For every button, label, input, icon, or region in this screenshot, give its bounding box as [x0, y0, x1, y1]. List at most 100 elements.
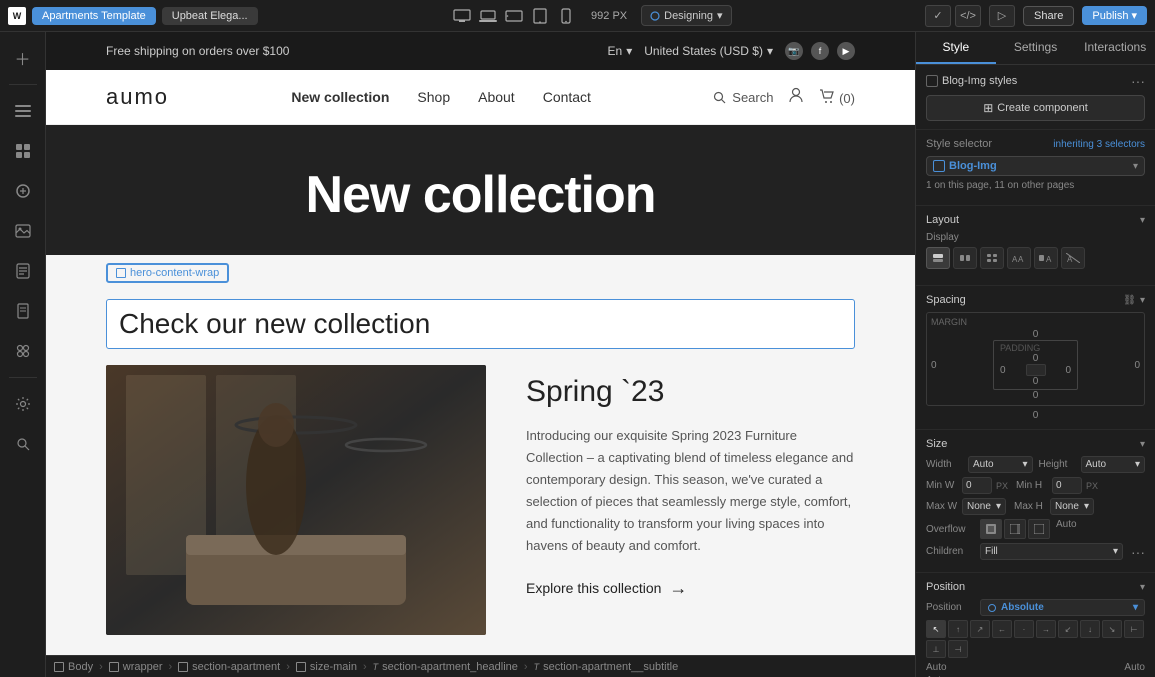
overflow-scroll-btn[interactable]	[1004, 519, 1026, 539]
sidebar-search-icon[interactable]	[5, 426, 41, 462]
display-grid-btn[interactable]	[980, 247, 1004, 269]
breadcrumb-sep-3: ›	[286, 661, 290, 673]
pos-tl-btn[interactable]: ↖	[926, 620, 946, 638]
pos-ml-btn[interactable]: ←	[992, 620, 1012, 638]
tab-upbeat[interactable]: Upbeat Elega...	[162, 7, 258, 25]
create-component-button[interactable]: ⊞ Create component	[926, 95, 1145, 121]
tab-interactions[interactable]: Interactions	[1075, 32, 1155, 64]
spacing-chevron-icon[interactable]: ▾	[1140, 295, 1145, 306]
max-h-dropdown[interactable]: None▾	[1050, 498, 1094, 515]
play-icon[interactable]: ▷	[989, 5, 1015, 27]
max-w-value: None	[967, 501, 991, 512]
position-value-chevron: ▾	[1133, 602, 1138, 613]
hero-content-wrap-label[interactable]: hero-content-wrap	[106, 263, 229, 283]
display-block-btn[interactable]	[926, 247, 950, 269]
sidebar-layers-icon[interactable]	[5, 93, 41, 129]
sidebar-media-icon[interactable]	[5, 213, 41, 249]
pos-extra2-btn[interactable]: ⊥	[926, 640, 946, 658]
bottom-bar: Body › wrapper › section-apartment › siz…	[46, 655, 915, 677]
position-dropdown[interactable]: Absolute ▾	[980, 599, 1145, 616]
check-heading-box[interactable]: Check our new collection	[106, 299, 855, 349]
overflow-hidden-btn[interactable]	[1028, 519, 1050, 539]
desktop-icon[interactable]	[451, 5, 473, 27]
breadcrumb-wrapper[interactable]: wrapper	[109, 661, 163, 673]
sidebar-forms-icon[interactable]	[5, 253, 41, 289]
max-w-dropdown[interactable]: None▾	[962, 498, 1006, 515]
breadcrumb-sep-2: ›	[169, 661, 173, 673]
tab-style[interactable]: Style	[916, 32, 996, 64]
breadcrumb-subtitle[interactable]: T section-apartment__subtitle	[534, 661, 679, 673]
sidebar-components-icon[interactable]	[5, 173, 41, 209]
pos-extra3-btn[interactable]: ⊣	[948, 640, 968, 658]
currency-selector[interactable]: United States (USD $) ▾	[644, 44, 773, 58]
share-button[interactable]: Share	[1023, 6, 1074, 26]
lang-selector[interactable]: En ▾	[608, 44, 633, 58]
nav-link-about[interactable]: About	[478, 89, 515, 105]
pos-tr-btn[interactable]: ↗	[970, 620, 990, 638]
sidebar-settings-icon[interactable]	[5, 386, 41, 422]
breadcrumb-headline[interactable]: T section-apartment_headline	[373, 661, 518, 673]
height-dropdown[interactable]: Auto▾	[1081, 456, 1146, 473]
sidebar-add-icon[interactable]: ＋	[5, 40, 41, 76]
site-logo: aumo	[106, 84, 169, 110]
site-nav: aumo New collection Shop About Contact S…	[46, 70, 915, 125]
size-chevron-icon[interactable]: ▾	[1140, 439, 1145, 450]
breadcrumb-section-apartment[interactable]: section-apartment	[178, 661, 280, 673]
height-value: Auto	[1086, 459, 1107, 470]
inheriting-badge[interactable]: inheriting 3 selectors	[1053, 139, 1145, 150]
width-dropdown[interactable]: Auto▾	[968, 456, 1033, 473]
tab-settings[interactable]: Settings	[996, 32, 1076, 64]
nav-link-new-collection[interactable]: New collection	[291, 89, 389, 105]
mobile-icon[interactable]	[555, 5, 577, 27]
site-topbar-right: En ▾ United States (USD $) ▾ 📷 f ▶	[608, 42, 855, 60]
display-flex-btn[interactable]	[953, 247, 977, 269]
display-inline-btn[interactable]: AA	[1007, 247, 1031, 269]
nav-search[interactable]: Search	[713, 90, 773, 105]
explore-link[interactable]: Explore this collection →	[526, 578, 855, 599]
breadcrumb-size-main[interactable]: size-main	[296, 661, 357, 673]
sidebar-grid-icon[interactable]	[5, 133, 41, 169]
blog-img-menu-icon[interactable]: ···	[1131, 73, 1145, 89]
nav-link-contact[interactable]: Contact	[543, 89, 591, 105]
sidebar-pages-icon[interactable]	[5, 293, 41, 329]
tab-apartments[interactable]: Apartments Template	[32, 7, 156, 25]
display-inline-block-btn[interactable]: A	[1034, 247, 1058, 269]
breadcrumb-body[interactable]: Body	[54, 661, 93, 673]
pos-bl-btn[interactable]: ↙	[1058, 620, 1078, 638]
code-action-icon[interactable]: </>	[955, 5, 981, 27]
pos-mr-btn[interactable]: →	[1036, 620, 1056, 638]
laptop-icon[interactable]	[477, 5, 499, 27]
nav-user-icon[interactable]	[789, 87, 803, 108]
pos-bc-btn[interactable]: ↓	[1080, 620, 1100, 638]
tablet-portrait-icon[interactable]	[529, 5, 551, 27]
display-none-btn[interactable]: A	[1061, 247, 1085, 269]
min-w-input[interactable]	[962, 477, 992, 494]
designing-button[interactable]: Designing ▾	[641, 5, 731, 26]
min-h-input[interactable]	[1052, 477, 1082, 494]
pos-extra1-btn[interactable]: ⊢	[1124, 620, 1144, 638]
children-more-icon[interactable]: ···	[1131, 544, 1145, 560]
breadcrumb-subtitle-label: section-apartment__subtitle	[543, 661, 678, 673]
blog-img-checkbox[interactable]	[926, 75, 938, 87]
pos-br-btn[interactable]: ↘	[1102, 620, 1122, 638]
layout-chevron-icon[interactable]: ▾	[1140, 215, 1145, 226]
facebook-icon[interactable]: f	[811, 42, 829, 60]
nav-link-shop[interactable]: Shop	[417, 89, 450, 105]
youtube-icon[interactable]: ▶	[837, 42, 855, 60]
spacing-link-icon[interactable]: ⛓	[1123, 295, 1136, 306]
pos-tc-btn[interactable]: ↑	[948, 620, 968, 638]
spacing-content-box	[1026, 364, 1046, 376]
overflow-clip-btn[interactable]	[980, 519, 1002, 539]
sidebar-apps-icon[interactable]	[5, 333, 41, 369]
position-chevron-icon[interactable]: ▾	[1140, 582, 1145, 593]
children-dropdown[interactable]: Fill ▾	[980, 543, 1123, 560]
breadcrumb-wrapper-label: wrapper	[123, 661, 163, 673]
instagram-icon[interactable]: 📷	[785, 42, 803, 60]
check-action-icon[interactable]: ✓	[925, 5, 951, 27]
selector-dropdown[interactable]: Blog-Img ▾	[926, 156, 1145, 176]
publish-button[interactable]: Publish ▾	[1082, 6, 1147, 25]
tablet-landscape-icon[interactable]	[503, 5, 525, 27]
pos-mc-btn[interactable]: ·	[1014, 620, 1034, 638]
nav-cart-icon[interactable]: (0)	[819, 89, 855, 106]
device-icons	[451, 5, 577, 27]
